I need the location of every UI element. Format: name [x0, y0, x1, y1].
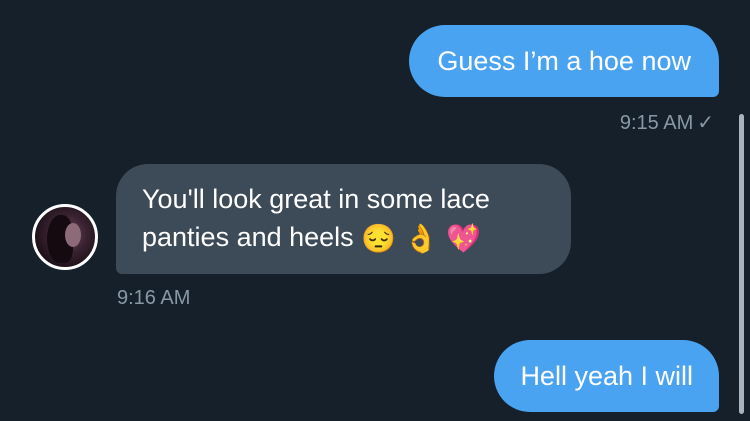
scrollbar[interactable] [739, 114, 744, 414]
avatar-face [65, 223, 81, 247]
message-thread: Guess I’m a hoe now 9:15 AM ✓ You'll look… [0, 0, 750, 421]
pensive-face-emoji-icon: 😔 [361, 222, 397, 254]
message-timestamp: 9:15 AM ✓ [620, 110, 714, 135]
incoming-message-bubble[interactable]: You'll look great in some lace panties a… [116, 164, 571, 274]
message-timestamp: 9:16 AM [117, 287, 191, 309]
read-check-icon: ✓ [697, 112, 714, 134]
message-text: You'll look great in some lace panties a… [142, 184, 490, 252]
avatar[interactable] [32, 204, 98, 270]
timestamp-text: 9:15 AM [619, 112, 694, 134]
outgoing-message-bubble[interactable]: Hell yeah I will [494, 340, 719, 412]
ok-hand-emoji-icon: 👌 [403, 222, 439, 254]
outgoing-message-bubble[interactable]: Guess I’m a hoe now [409, 25, 719, 97]
message-text: Guess I’m a hoe now [437, 46, 691, 76]
sparkling-heart-emoji-icon: 💖 [445, 222, 481, 254]
message-text: Hell yeah I will [520, 361, 693, 391]
